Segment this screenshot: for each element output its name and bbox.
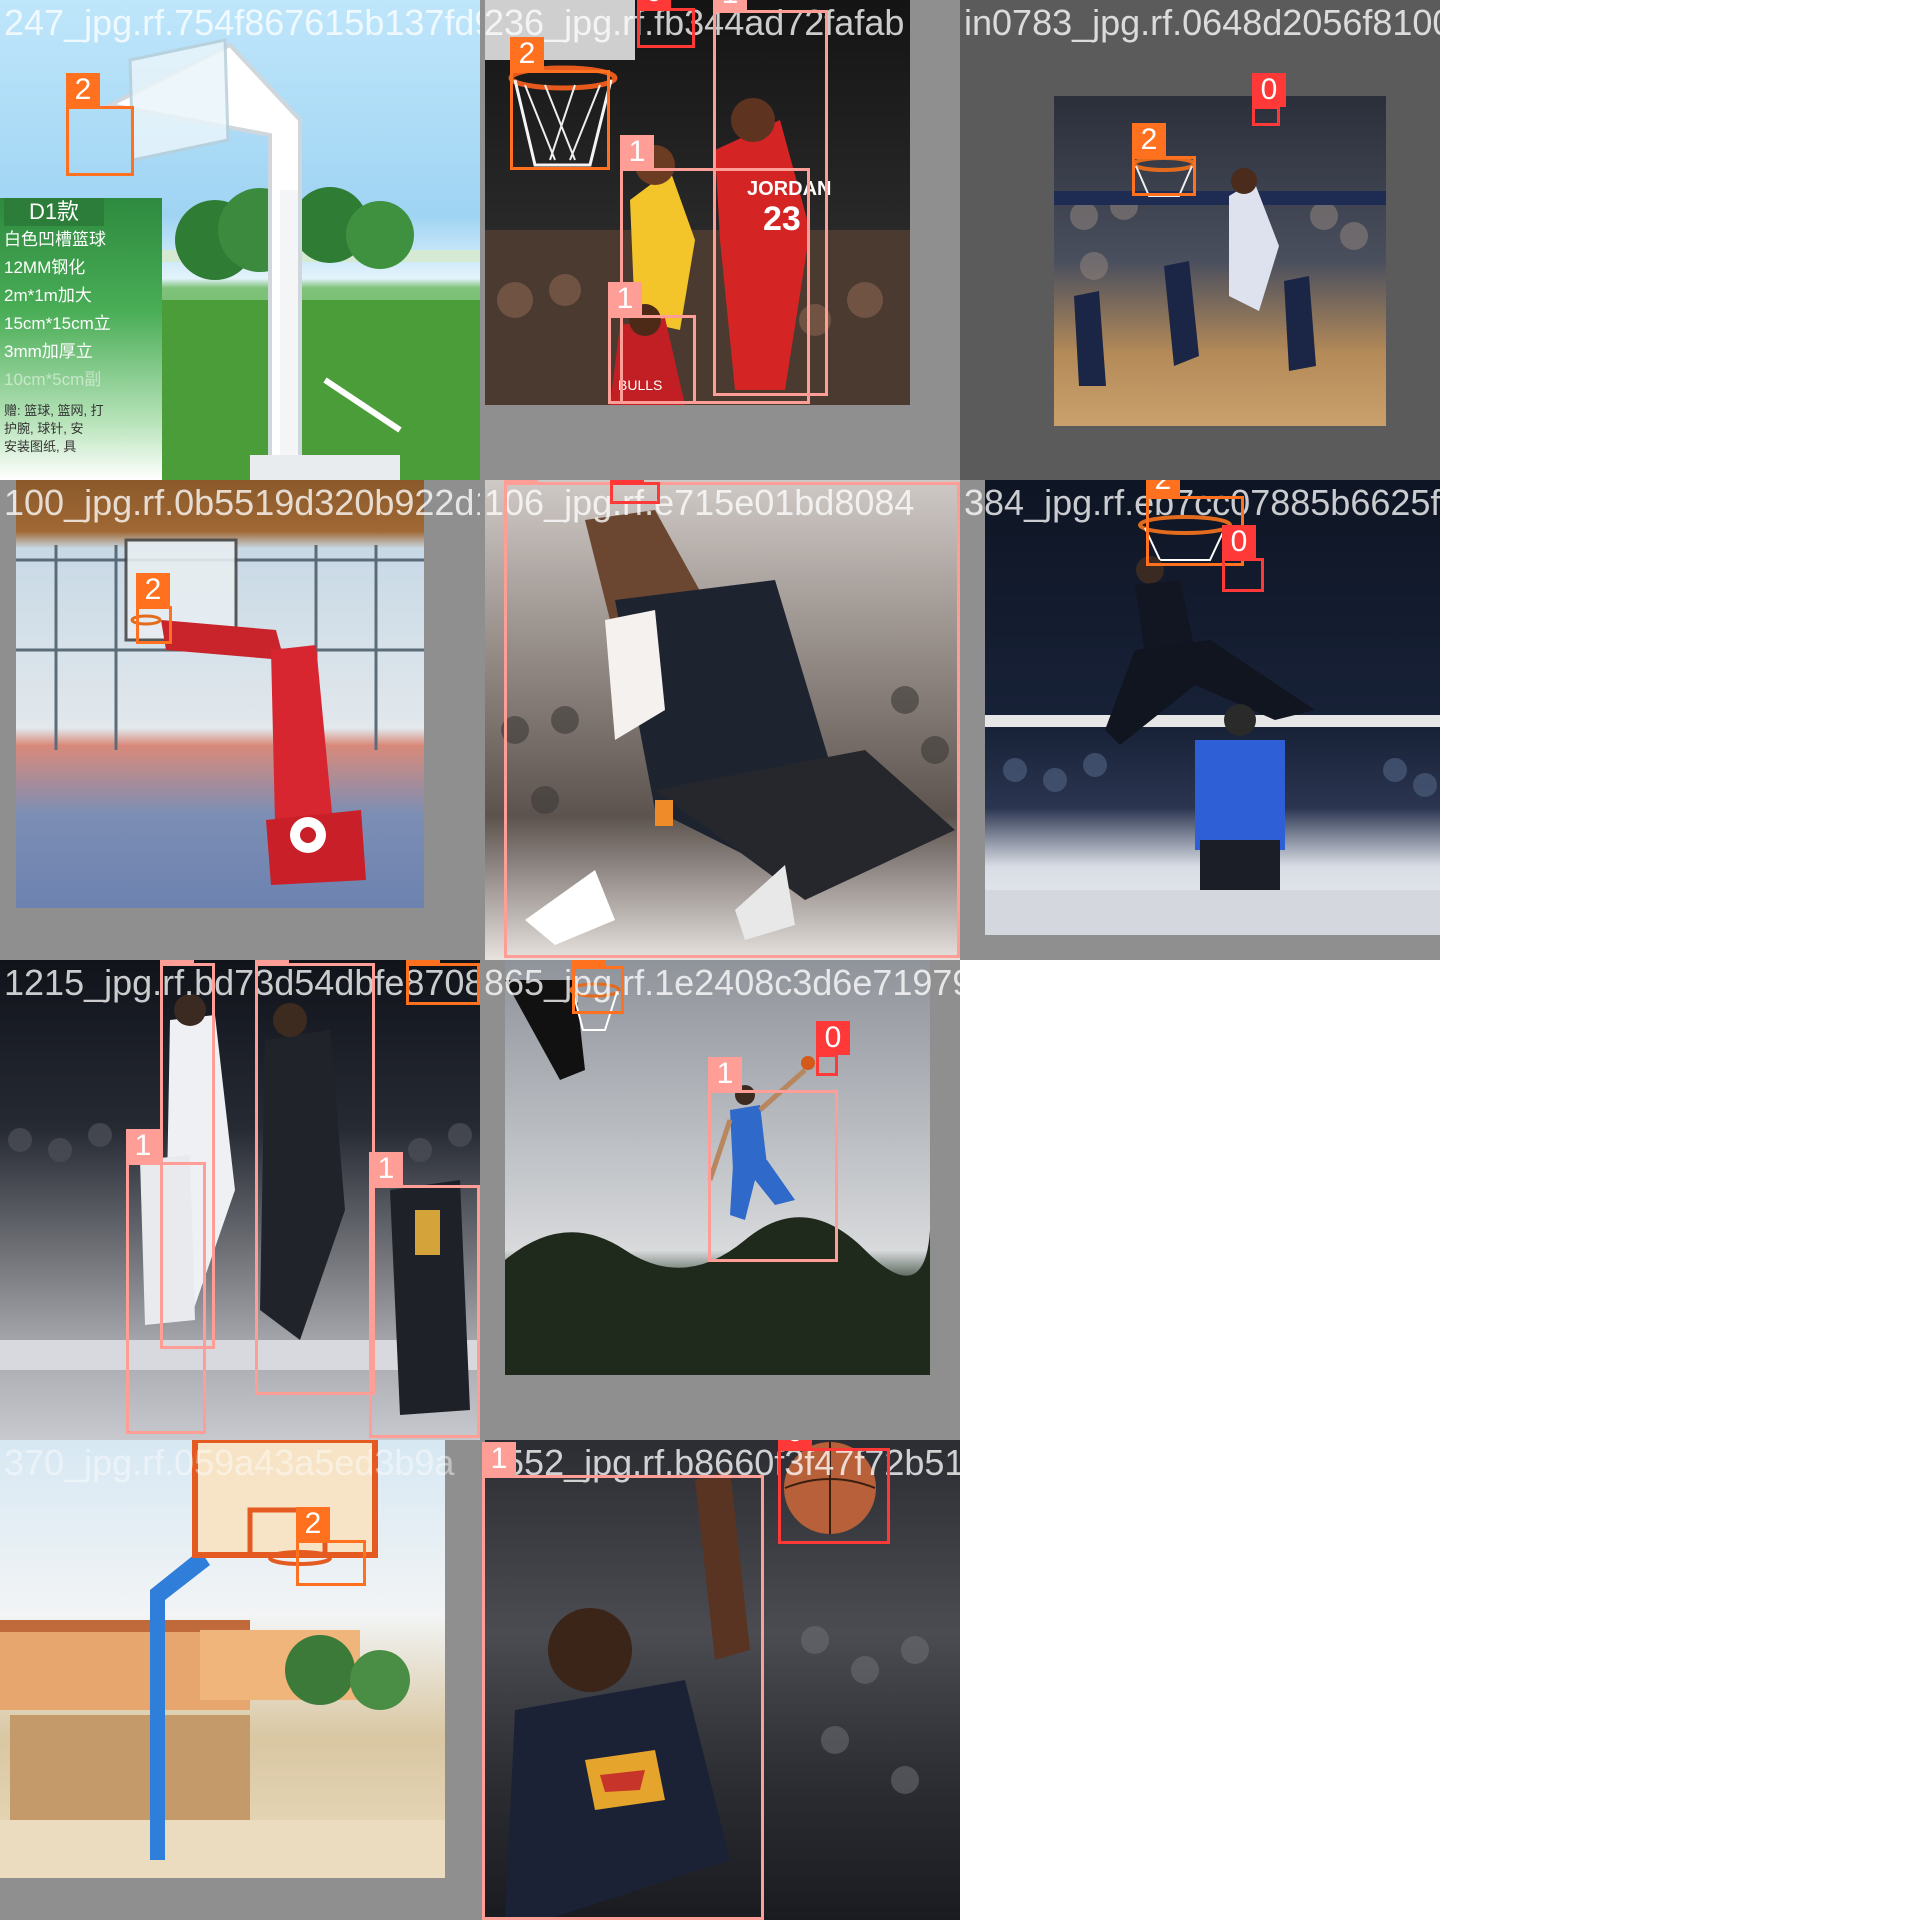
mosaic-tile-10: 1552_jpg.rf.b8660f3f47f72b51d73f2000f41b… [480,1440,960,1920]
tile-photo [16,480,424,908]
tile-photo [0,1440,445,1878]
outdoor-scene [0,1440,445,1878]
sign-line: 12MM钢化 [4,258,86,277]
detection-box-player: 1 [708,1057,838,1262]
sign-line: D1款 [4,198,104,226]
class-label: 2 [1132,123,1166,157]
detection-box-player: 1 [504,480,960,958]
detection-box-hoop: 2 [406,960,480,1005]
class-label: 2 [510,37,544,71]
sign-line: 15cm*15cm立 [4,314,111,333]
detection-box-ball: 0 [1252,73,1286,126]
class-label: 1 [160,960,194,964]
class-label: 0 [816,1021,850,1055]
class-label: 1 [620,135,654,169]
mosaic-tile-9: 370_jpg.rf.059a43a5ed3b9a 2 [0,1440,480,1920]
sign-line: 安装图纸, 具 [4,439,77,454]
detection-box-player: 1 [369,1152,480,1438]
detection-box-player: 1 [126,1129,206,1434]
detection-box-ball: 0 [816,1021,850,1076]
class-label: 2 [1146,480,1180,497]
class-label: 1 [255,960,289,964]
sign-line: 2m*1m加大 [4,286,92,305]
class-label: 0 [610,480,644,483]
gym-scene [16,538,424,885]
mosaic-tile-5: 106_jpg.rf.e715e01bd8084 1 0 [480,480,960,960]
mosaic-tile-8: 865_jpg.rf.1e2408c3d6e719795f199cbb520bb… [480,960,960,1440]
sign-line: 护腕, 球针, 安 [4,421,84,436]
detection-box-hoop: 2 [136,573,172,644]
class-label: 2 [66,73,100,107]
class-label: 0 [1252,73,1286,107]
detection-box-ball: 0 [637,0,695,48]
tile-photo [1054,96,1386,426]
class-label: 1 [126,1129,160,1163]
mosaic-tile-3: in0783_jpg.rf.0648d2056f8100a0f399615bff… [960,0,1440,480]
class-label: 1 [504,480,538,483]
mosaic-tile-1: D1款 白色凹槽篮球 12MM钢化 2m*1m加大 15cm*15cm立 3mm… [0,0,480,480]
mosaic-tile-6: 384_jpg.rf.eb7cc07885b6625f71392656da 2 … [960,480,1440,960]
class-label: 2 [136,573,170,607]
image-filename: in0783_jpg.rf.0648d2056f8100a0f399615bff… [964,2,1440,43]
detection-box-hoop: 2 [296,1507,366,1586]
detection-box-ball: 0 [1222,525,1264,592]
mosaic-tile-7: 1215_jpg.rf.bd73d54dbfe8708656 1 1 2 1 1 [0,960,480,1440]
class-label: 2 [296,1507,330,1541]
class-label: 0 [778,1440,812,1449]
class-label: 1 [482,1442,516,1476]
game-scene [1054,156,1386,386]
detection-box-player: 1 [255,960,375,1395]
mosaic-tile-4: 100_jpg.rf.0b5519d320b922d1f06bf5188547c… [0,480,480,960]
detection-box-player: 1 [482,1442,764,1920]
class-label: 1 [708,1057,742,1091]
sign-text-block: D1款 白色凹槽篮球 12MM钢化 2m*1m加大 15cm*15cm立 3mm… [4,198,154,456]
detection-box-hoop: 2 [572,960,624,1014]
class-label: 1 [608,282,642,316]
class-label: 1 [369,1152,403,1186]
detection-box-player: 1 [608,282,696,404]
class-label: 2 [406,960,440,964]
detection-box-ball: 0 [610,480,660,504]
tile-photo: D1款 白色凹槽篮球 12MM钢化 2m*1m加大 15cm*15cm立 3mm… [0,0,480,480]
class-label: 1 [713,0,747,11]
mosaic-tile-2: JORDAN 23 BULLS 236_jpg.rf.fb344ad72fafa… [480,0,960,480]
sign-line: 赠: 篮球, 篮网, 打 [4,403,104,418]
class-label: 2 [572,960,606,967]
detection-box-hoop: 2 [66,73,134,176]
sign-line: 10cm*5cm副 [4,370,102,389]
detection-box-hoop: 2 [510,37,610,170]
class-label: 0 [637,0,671,9]
sign-line: 3mm加厚立 [4,342,93,361]
detection-box-ball: 0 [778,1440,890,1544]
detection-box-hoop: 2 [1132,123,1196,196]
sign-line: 白色凹槽篮球 [4,230,106,249]
class-label: 0 [1222,525,1256,559]
